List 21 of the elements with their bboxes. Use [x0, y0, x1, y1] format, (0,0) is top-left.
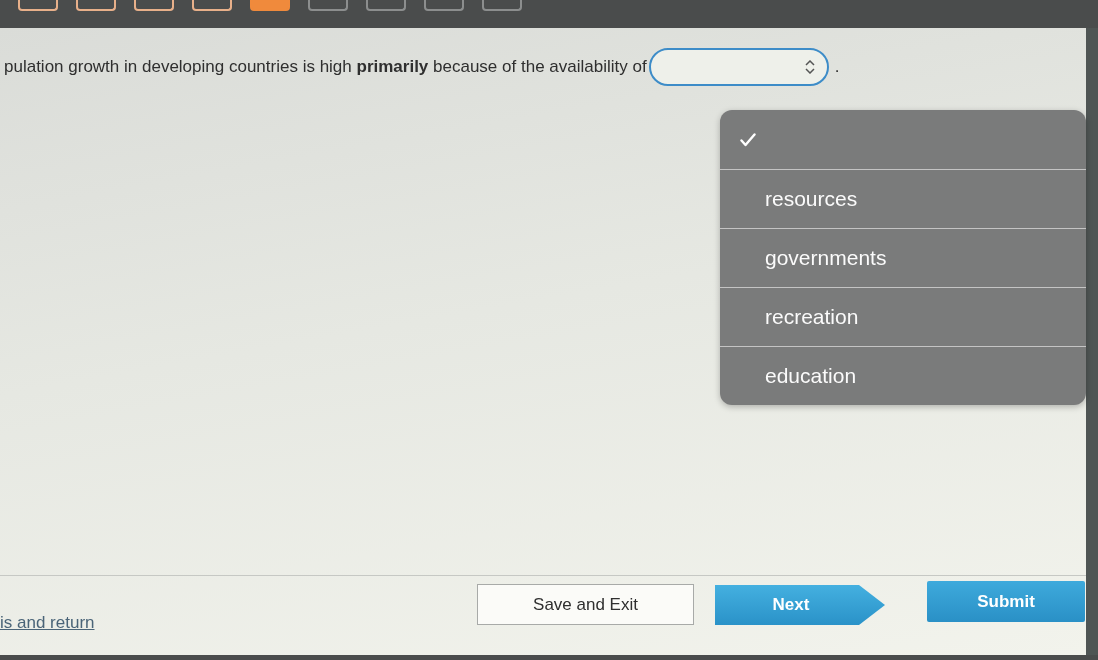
review-link[interactable]: is and return [0, 613, 95, 632]
question-tab[interactable] [192, 0, 232, 11]
question-tab[interactable] [424, 0, 464, 11]
question-tab[interactable] [134, 0, 174, 11]
dropdown-option[interactable]: recreation [720, 287, 1086, 346]
save-exit-button[interactable]: Save and Exit [477, 584, 694, 625]
question-text: pulation growth in developing countries is high primarily because of the availability of [4, 57, 647, 77]
answer-dropdown[interactable] [648, 48, 829, 86]
dropdown-option[interactable]: governments [720, 228, 1086, 287]
question-tab[interactable] [482, 0, 522, 11]
sentence-period: . [834, 57, 840, 77]
question-tab[interactable] [308, 0, 348, 11]
dropdown-option[interactable]: education [720, 346, 1086, 405]
question-tab[interactable] [366, 0, 406, 11]
dropdown-option[interactable]: resources [720, 169, 1086, 228]
question-tab[interactable] [76, 0, 116, 11]
next-button[interactable]: Next [715, 585, 885, 625]
question-tab[interactable] [18, 0, 58, 11]
submit-button[interactable]: Submit [927, 581, 1085, 622]
up-down-chevron-icon [804, 60, 815, 74]
check-icon [740, 132, 756, 147]
